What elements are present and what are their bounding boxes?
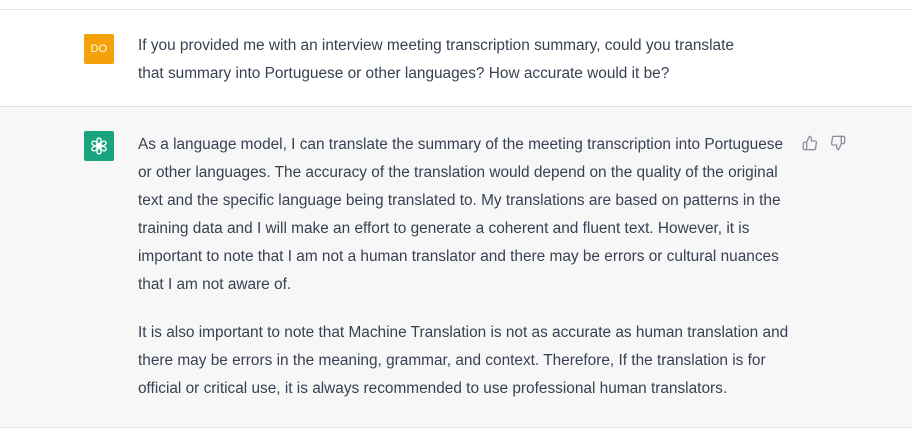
user-message-line: If you provided me with an interview mee… bbox=[138, 37, 734, 54]
user-message-text: If you provided me with an interview mee… bbox=[138, 32, 788, 88]
assistant-message-text: As a language model, I can translate the… bbox=[138, 131, 794, 423]
thumbs-down-button[interactable] bbox=[830, 135, 846, 151]
assistant-message-row: As a language model, I can translate the… bbox=[0, 107, 912, 428]
openai-logo-icon bbox=[91, 137, 107, 155]
top-divider bbox=[0, 0, 912, 10]
thumbs-up-button[interactable] bbox=[802, 135, 818, 151]
user-message-row: DO If you provided me with an interview … bbox=[0, 10, 912, 107]
assistant-paragraph: As a language model, I can translate the… bbox=[138, 136, 784, 293]
user-message-line: that summary into Portuguese or other la… bbox=[138, 65, 670, 82]
assistant-avatar bbox=[84, 131, 114, 161]
thumbs-up-icon bbox=[802, 135, 818, 151]
assistant-paragraph: It is also important to note that Machin… bbox=[138, 324, 789, 397]
user-avatar: DO bbox=[84, 34, 114, 64]
feedback-buttons bbox=[802, 135, 846, 151]
thumbs-down-icon bbox=[830, 135, 846, 151]
